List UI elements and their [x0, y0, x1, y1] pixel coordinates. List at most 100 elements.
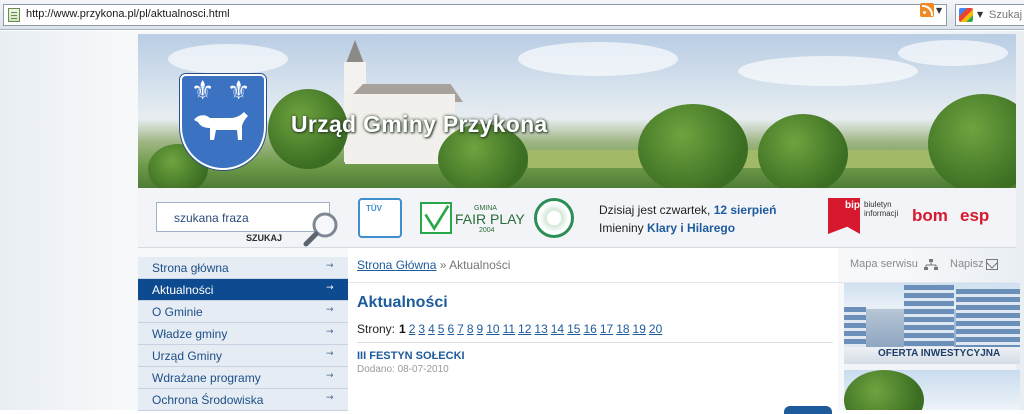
breadcrumb-home[interactable]: Strona Główna	[357, 258, 436, 272]
lily-icon: ⚜	[191, 76, 215, 106]
bip-sublabel[interactable]: biuletyn informacji	[864, 200, 912, 218]
cloud	[518, 42, 678, 76]
site-title: Urząd Gminy Przykona	[291, 111, 548, 137]
arrow-right-icon: →	[326, 393, 334, 403]
page-link[interactable]: 9	[477, 322, 484, 336]
rss-icon[interactable]	[920, 3, 934, 17]
promo-image[interactable]	[844, 370, 1020, 410]
sidebar-item-label: Wdrażane programy	[152, 371, 261, 385]
sidebar-item[interactable]: Ochrona Środowiska →	[138, 389, 348, 411]
breadcrumb-separator: »	[439, 258, 447, 272]
cloud	[738, 56, 918, 86]
magnifier-icon[interactable]	[303, 210, 341, 248]
sidebar-item-label: Aktualności	[152, 283, 214, 297]
mail-icon[interactable]	[986, 259, 998, 270]
pagination: Strony: 1 2 3 4 5 6 7 8 9 10 11 12 13 14 15 16 17 18 19 20	[357, 322, 662, 336]
tree	[638, 104, 748, 188]
building	[844, 307, 866, 347]
sidebar-item[interactable]: Urząd Gminy →	[138, 345, 348, 367]
page-link[interactable]: 2	[409, 322, 416, 336]
page-link[interactable]: 12	[518, 322, 531, 336]
breadcrumb-current: Aktualności	[449, 258, 511, 272]
page-link[interactable]: 18	[616, 322, 629, 336]
sidebar-item[interactable]: Wdrażane programy →	[138, 367, 348, 389]
building	[956, 289, 1020, 347]
round-logo[interactable]	[534, 198, 574, 238]
address-url[interactable]: http://www.przykona.pl/pl/aktualnosci.ht…	[26, 8, 230, 20]
address-dropdown-icon[interactable]: ▼	[936, 6, 942, 15]
search-button[interactable]: SZUKAJ	[246, 233, 282, 243]
fairplay-year: 2004	[479, 227, 495, 234]
names-value: Klary i Hilarego	[647, 221, 736, 235]
page-link[interactable]: 6	[447, 322, 454, 336]
breadcrumb: Strona Główna » Aktualności	[357, 258, 510, 272]
sidebar-item-label: Władze gminy	[152, 327, 228, 341]
page-link[interactable]: 17	[600, 322, 613, 336]
page-link[interactable]: 1	[399, 322, 406, 336]
page-link[interactable]: 15	[567, 322, 580, 336]
page-link[interactable]: 19	[633, 322, 646, 336]
page-title: Aktualności	[357, 294, 448, 311]
pages-label: Strony:	[357, 322, 396, 336]
tree	[758, 114, 848, 188]
page-link[interactable]: 11	[503, 322, 515, 336]
date-value: 12 sierpień	[713, 203, 777, 217]
page-link[interactable]: 7	[457, 322, 464, 336]
sidebar-item[interactable]: O Gminie →	[138, 301, 348, 323]
write-link[interactable]: Napisz	[950, 258, 984, 270]
page-link[interactable]: 5	[438, 322, 445, 336]
divider	[357, 342, 833, 343]
sitemap-icon[interactable]	[924, 259, 938, 271]
sidebar-item[interactable]: Władze gminy →	[138, 323, 348, 345]
lily-icon: ⚜	[227, 76, 251, 106]
sidebar-item-label: Urząd Gminy	[152, 349, 223, 363]
fairplay-label[interactable]: FAIR PLAY	[455, 211, 525, 227]
cloud	[168, 44, 288, 74]
tree	[844, 370, 924, 410]
check-icon	[424, 205, 450, 231]
horse-icon	[194, 112, 248, 140]
page-icon	[8, 8, 20, 22]
engine-dropdown-icon[interactable]: ▼	[977, 10, 983, 19]
sidebar-item-label: Ochrona Środowiska	[152, 393, 264, 407]
names-prefix: Imieniny	[599, 221, 644, 235]
arrow-right-icon: →	[326, 327, 334, 337]
investment-offer-label[interactable]: OFERTA INWESTYCYJNA	[878, 348, 1000, 359]
investment-offer-image[interactable]	[844, 283, 1020, 347]
google-icon[interactable]	[959, 8, 973, 22]
page-link[interactable]: 10	[486, 322, 499, 336]
bip-label[interactable]: bip	[845, 200, 860, 211]
arrow-right-icon: →	[326, 283, 334, 293]
sitemap-link[interactable]: Mapa serwisu	[850, 258, 918, 270]
page-link[interactable]: 4	[428, 322, 435, 336]
browser-search-placeholder[interactable]: Szukaj	[989, 9, 1022, 21]
fairplay-check-icon[interactable]	[420, 202, 452, 234]
browser-search-box[interactable]: ▼ Szukaj	[955, 4, 1024, 26]
esp-link[interactable]: esp	[960, 206, 989, 226]
page-link[interactable]: 8	[467, 322, 474, 336]
arrow-right-icon: →	[326, 371, 334, 381]
page-link[interactable]: 14	[551, 322, 564, 336]
date-prefix: Dzisiaj jest czwartek,	[599, 203, 711, 217]
news-title[interactable]: III FESTYN SOŁECKI	[357, 350, 465, 362]
page-link[interactable]: 13	[534, 322, 547, 336]
news-date: Dodano: 08-07-2010	[357, 364, 449, 375]
sidebar-item[interactable]: Strona główna →	[138, 257, 348, 279]
name-day: Imieniny Klary i Hilarego	[599, 221, 735, 235]
current-date: Dzisiaj jest czwartek, 12 sierpień	[599, 203, 776, 217]
cloud	[898, 40, 1008, 66]
page-link[interactable]: 16	[583, 322, 596, 336]
bom-link[interactable]: bom	[912, 206, 948, 226]
page-link[interactable]: 20	[649, 322, 662, 336]
header-banner	[138, 34, 1016, 188]
tuv-label: TÜV	[366, 204, 382, 213]
page-link[interactable]: 3	[418, 322, 425, 336]
arrow-right-icon: →	[326, 261, 334, 271]
arrow-right-icon: →	[326, 349, 334, 359]
tuv-logo[interactable]: TÜV	[358, 198, 402, 238]
building	[904, 285, 954, 347]
address-bar[interactable]: http://www.przykona.pl/pl/aktualnosci.ht…	[3, 4, 947, 26]
sidebar-item[interactable]: Aktualności →	[138, 279, 348, 301]
more-button[interactable]	[784, 406, 832, 414]
search-placeholder[interactable]: szukana fraza	[174, 211, 249, 225]
